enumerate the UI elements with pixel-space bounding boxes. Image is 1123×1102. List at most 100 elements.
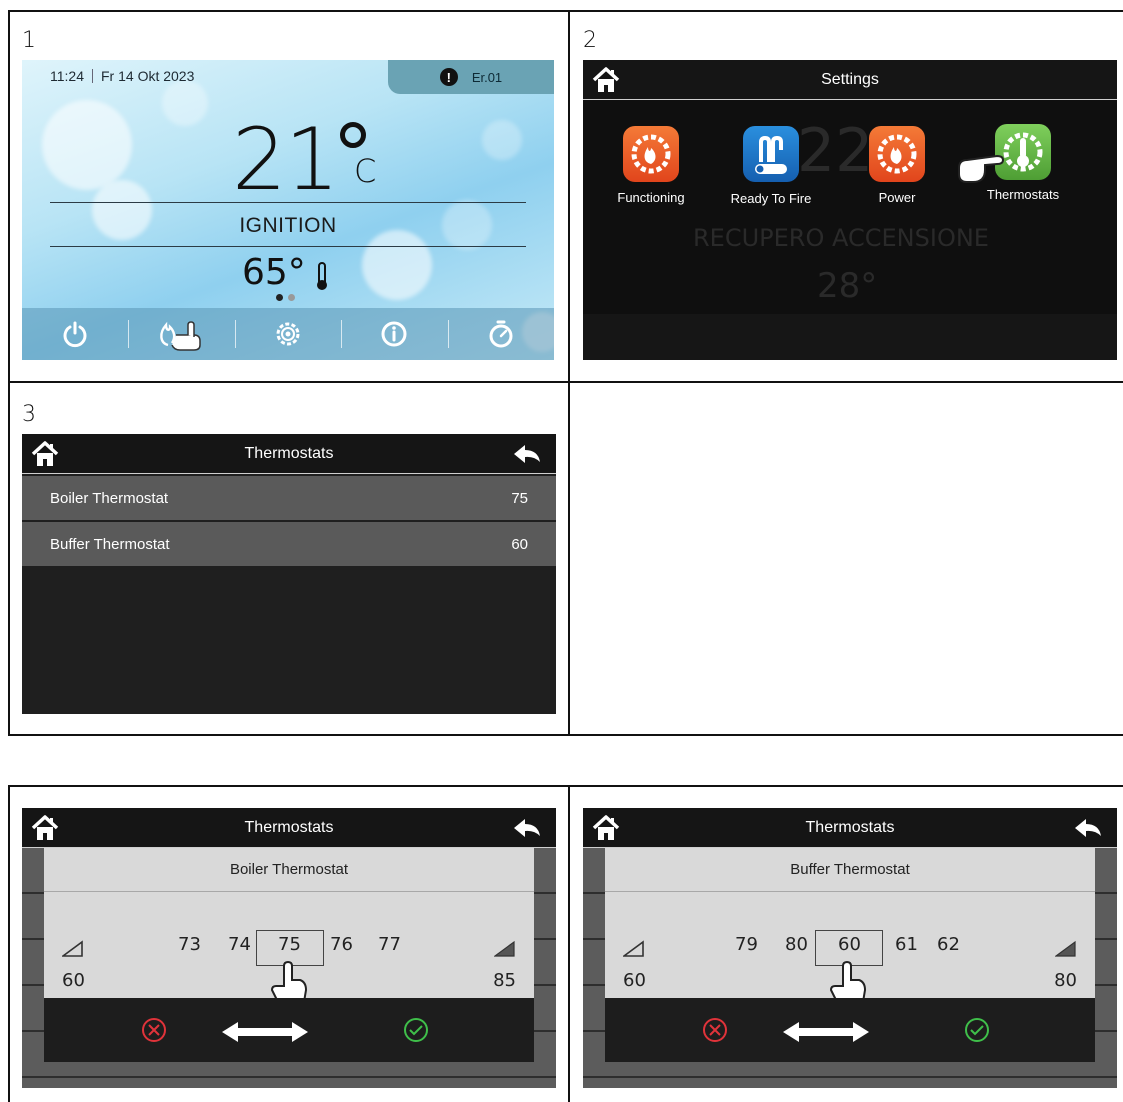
- back-arrow-icon[interactable]: [1073, 818, 1103, 838]
- value-option[interactable]: 61: [895, 934, 918, 955]
- screen-title: Thermostats: [244, 444, 334, 462]
- page-indicator: [276, 294, 295, 301]
- pointing-hand-icon: [958, 154, 1005, 183]
- buffer-thermostat-screen: Thermostats Buffer Thermostat 79 80 60 6…: [583, 808, 1117, 1088]
- top-bar: Thermostats: [22, 808, 556, 848]
- home-screen: 11:24 Fr 14 Okt 2023 ! Er.01 21 C IGNITIO…: [22, 60, 554, 360]
- increase-ramp-icon[interactable]: [1055, 940, 1077, 958]
- confirm-button[interactable]: [963, 1016, 991, 1044]
- step-number: 3: [22, 402, 36, 427]
- room-temperature: 21: [232, 110, 339, 210]
- back-arrow-icon[interactable]: [512, 818, 542, 838]
- top-bar: Thermostats: [22, 434, 556, 474]
- home-icon[interactable]: [30, 814, 60, 842]
- max-value: 80: [1054, 970, 1077, 991]
- error-badge[interactable]: ! Er.01: [388, 60, 554, 94]
- selected-value: 60: [838, 934, 861, 955]
- settings-button[interactable]: [234, 308, 341, 360]
- cancel-button[interactable]: [140, 1016, 168, 1044]
- action-bar: [605, 998, 1095, 1062]
- tile-power[interactable]: [869, 126, 925, 182]
- value-dialog: Buffer Thermostat 79 80 60 61 62 60 80: [605, 848, 1095, 1062]
- home-icon[interactable]: [30, 440, 60, 468]
- value-option[interactable]: 76: [330, 934, 353, 955]
- background-water: 28°: [817, 266, 878, 306]
- tile-label: Ready To Fire: [730, 191, 812, 206]
- step-number: 1: [22, 28, 36, 53]
- value-option[interactable]: 77: [378, 934, 401, 955]
- degree-icon: [340, 122, 366, 148]
- increase-ramp-icon[interactable]: [494, 940, 516, 958]
- home-icon[interactable]: [591, 814, 621, 842]
- max-value: 85: [493, 970, 516, 991]
- tile-ready-to-fire[interactable]: [743, 126, 799, 182]
- tile-label: Thermostats: [986, 187, 1060, 202]
- flame-hand-icon: [159, 321, 201, 351]
- power-button[interactable]: [22, 308, 128, 360]
- frame-bottom-upper: [8, 734, 1123, 736]
- error-code: Er.01: [471, 69, 503, 85]
- action-bar: [44, 998, 534, 1062]
- flame-gear-icon: [877, 134, 917, 174]
- cancel-button[interactable]: [701, 1016, 729, 1044]
- bottom-toolbar: [22, 308, 554, 360]
- item-value: 75: [511, 489, 528, 507]
- top-bar: Settings: [583, 60, 1117, 100]
- date-time: 11:24 Fr 14 Okt 2023: [50, 68, 194, 84]
- background-temperature: 22: [797, 116, 874, 186]
- screen-title: Thermostats: [244, 818, 334, 836]
- background-status: RECUPERO ACCENSIONE: [693, 224, 989, 252]
- value-option[interactable]: 79: [735, 934, 758, 955]
- swipe-arrow-icon: [222, 1022, 308, 1042]
- clock-time: 11:24: [50, 68, 84, 84]
- boiler-thermostat-screen: Thermostats Boiler Thermostat 73 74 75 7…: [22, 808, 556, 1088]
- timer-button[interactable]: [447, 308, 554, 360]
- water-temperature: 65°: [242, 252, 306, 293]
- swipe-arrow-icon: [783, 1022, 869, 1042]
- tile-functioning[interactable]: [623, 126, 679, 182]
- selected-value: 75: [278, 934, 301, 955]
- timer-icon: [489, 320, 513, 348]
- flame-gear-icon: [631, 134, 671, 174]
- back-arrow-icon[interactable]: [512, 444, 542, 464]
- value-option[interactable]: 62: [937, 934, 960, 955]
- top-bar: Thermostats: [583, 808, 1117, 848]
- item-value: 60: [511, 535, 528, 553]
- divider: [50, 202, 526, 203]
- info-icon: [381, 321, 407, 347]
- settings-screen: Settings 22 RECUPERO ACCENSIONE 28° Func…: [583, 60, 1117, 360]
- home-icon[interactable]: [591, 66, 621, 94]
- frame-left-lower: [8, 785, 10, 1102]
- operating-status: IGNITION: [239, 214, 337, 237]
- divider: [50, 246, 526, 247]
- background-toolbar: [583, 314, 1117, 360]
- screen-title: Thermostats: [805, 818, 895, 836]
- value-dialog: Boiler Thermostat 73 74 75 76 77 60 85: [44, 848, 534, 1062]
- screen-title: Settings: [821, 70, 879, 88]
- thermometer-icon: [317, 262, 327, 290]
- settings-gear-icon: [276, 322, 300, 346]
- frame-center-lower: [568, 785, 570, 1102]
- frame-left-upper: [8, 10, 10, 736]
- min-value: 60: [623, 970, 646, 991]
- radiator-toggle-icon: [755, 135, 787, 174]
- thermostats-list-screen: Thermostats Boiler Thermostat 75 Buffer …: [22, 434, 556, 714]
- min-value: 60: [62, 970, 85, 991]
- alert-icon: !: [439, 68, 458, 86]
- list-item[interactable]: Boiler Thermostat 75: [22, 476, 556, 520]
- confirm-button[interactable]: [402, 1016, 430, 1044]
- value-scroller[interactable]: 79 80 60 61 62: [605, 930, 1095, 966]
- ignition-button[interactable]: [128, 308, 234, 360]
- dialog-title: Buffer Thermostat: [605, 848, 1095, 892]
- value-option[interactable]: 80: [785, 934, 808, 955]
- frame-top-lower: [8, 785, 1123, 787]
- value-option[interactable]: 73: [178, 934, 201, 955]
- list-item[interactable]: Buffer Thermostat 60: [22, 522, 556, 566]
- power-icon: [63, 321, 87, 348]
- date-text: Fr 14 Okt 2023: [101, 68, 195, 84]
- value-scroller[interactable]: 73 74 75 76 77: [44, 930, 534, 966]
- value-option[interactable]: 74: [228, 934, 251, 955]
- info-button[interactable]: [341, 308, 447, 360]
- frame-mid: [8, 381, 1123, 383]
- frame-center-upper: [568, 10, 570, 736]
